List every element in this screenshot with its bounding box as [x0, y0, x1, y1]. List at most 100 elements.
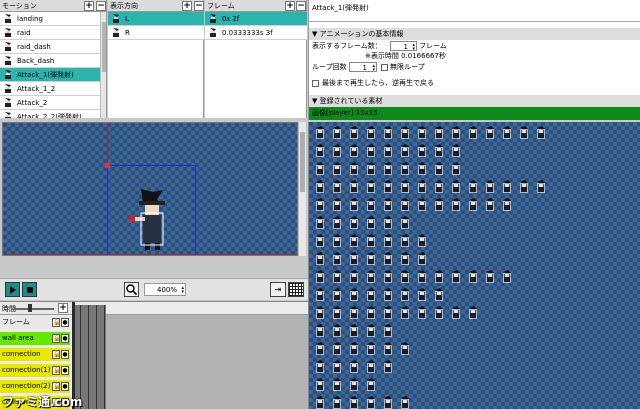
- eye-icon[interactable]: ●: [61, 366, 69, 375]
- sprite-cell[interactable]: [502, 270, 512, 283]
- basic-info-section-header[interactable]: ▼ アニメーションの基本情報: [309, 28, 640, 40]
- sprite-cell[interactable]: [434, 306, 444, 319]
- add-direction-button[interactable]: +: [182, 1, 192, 11]
- sprite-cell[interactable]: [332, 180, 342, 193]
- sprite-cell[interactable]: [366, 270, 376, 283]
- sprite-cell[interactable]: [366, 378, 376, 391]
- remove-motion-button[interactable]: −: [96, 1, 106, 11]
- sprite-cell[interactable]: [315, 270, 325, 283]
- sprite-cell[interactable]: [383, 162, 393, 175]
- timeline-track[interactable]: [72, 302, 308, 409]
- sprite-cell[interactable]: [400, 216, 410, 229]
- lock-icon[interactable]: 🔒: [52, 382, 60, 391]
- animation-title-field[interactable]: Attack_1(弾発射): [309, 0, 640, 22]
- sprite-sheet-canvas[interactable]: [308, 122, 640, 409]
- sprite-cell[interactable]: [349, 378, 359, 391]
- sprite-cell[interactable]: [315, 144, 325, 157]
- eye-icon[interactable]: ●: [61, 318, 69, 327]
- layer-item[interactable]: connection 🔒 ●: [0, 348, 70, 361]
- sprite-cell[interactable]: [315, 378, 325, 391]
- sprite-cell[interactable]: [315, 180, 325, 193]
- sprite-cell[interactable]: [451, 198, 461, 211]
- sprite-cell[interactable]: [366, 360, 376, 373]
- stop-button[interactable]: [22, 282, 37, 297]
- sprite-cell[interactable]: [366, 234, 376, 247]
- grid-toggle-button[interactable]: [288, 282, 304, 297]
- sprite-cell[interactable]: [366, 162, 376, 175]
- frame-item[interactable]: 0.0333333s 3f: [205, 26, 307, 40]
- sprite-cell[interactable]: [332, 198, 342, 211]
- sprite-cell[interactable]: [536, 126, 546, 139]
- origin-marker[interactable]: [105, 163, 110, 168]
- sprite-cell[interactable]: [349, 126, 359, 139]
- sprite-cell[interactable]: [315, 198, 325, 211]
- direction-item[interactable]: L: [108, 12, 204, 26]
- sprite-cell[interactable]: [332, 342, 342, 355]
- motion-item[interactable]: Attack_1_2: [0, 82, 101, 96]
- sprite-cell[interactable]: [468, 270, 478, 283]
- sprite-cell[interactable]: [417, 252, 427, 265]
- layer-item[interactable]: connection(1) 🔒 ●: [0, 364, 70, 377]
- preview-scrollbar[interactable]: [298, 122, 306, 256]
- sprite-cell[interactable]: [349, 306, 359, 319]
- sprite-cell[interactable]: [315, 216, 325, 229]
- frame-item[interactable]: 0s 2f: [205, 12, 307, 26]
- frame-count-spinner[interactable]: 1 ▴ ▾: [390, 41, 417, 52]
- material-section-header[interactable]: ▼ 登録されている素材: [309, 95, 640, 107]
- motion-item[interactable]: Attack_2: [0, 96, 101, 110]
- sprite-cell[interactable]: [383, 306, 393, 319]
- layer-item[interactable]: connection(2) 🔒 ●: [0, 380, 70, 393]
- sprite-cell[interactable]: [332, 270, 342, 283]
- sprite-cell[interactable]: [349, 270, 359, 283]
- sprite-cell[interactable]: [417, 126, 427, 139]
- sprite-cell[interactable]: [417, 180, 427, 193]
- sprite-cell[interactable]: [332, 306, 342, 319]
- material-bar[interactable]: 画像[player] 15x15: [309, 107, 640, 120]
- sprite-cell[interactable]: [434, 270, 444, 283]
- motion-item[interactable]: Back_dash: [0, 54, 101, 68]
- sprite-cell[interactable]: [400, 288, 410, 301]
- sprite-cell[interactable]: [434, 198, 444, 211]
- lock-icon[interactable]: 🔒: [52, 318, 60, 327]
- sprite-cell[interactable]: [366, 252, 376, 265]
- sprite-cell[interactable]: [332, 234, 342, 247]
- sprite-cell[interactable]: [451, 126, 461, 139]
- sprite-cell[interactable]: [502, 180, 512, 193]
- eye-icon[interactable]: ●: [61, 382, 69, 391]
- sprite-cell[interactable]: [315, 252, 325, 265]
- remove-direction-button[interactable]: −: [194, 1, 204, 11]
- sprite-cell[interactable]: [519, 180, 529, 193]
- sprite-cell[interactable]: [349, 162, 359, 175]
- sprite-cell[interactable]: [434, 162, 444, 175]
- reverse-checkbox[interactable]: [312, 80, 319, 87]
- sprite-cell[interactable]: [315, 162, 325, 175]
- sprite-cell[interactable]: [417, 162, 427, 175]
- sprite-cell[interactable]: [332, 216, 342, 229]
- play-button[interactable]: [5, 282, 20, 297]
- sprite-cell[interactable]: [400, 180, 410, 193]
- sprite-cell[interactable]: [366, 396, 376, 409]
- sprite-cell[interactable]: [383, 126, 393, 139]
- motion-item[interactable]: Attack_1(弾発射): [0, 68, 101, 82]
- sprite-cell[interactable]: [315, 126, 325, 139]
- sprite-cell[interactable]: [332, 288, 342, 301]
- sprite-cell[interactable]: [366, 180, 376, 193]
- sprite-cell[interactable]: [315, 288, 325, 301]
- sprite-cell[interactable]: [315, 360, 325, 373]
- sprite-cell[interactable]: [400, 342, 410, 355]
- zoom-search-button[interactable]: [124, 282, 139, 297]
- sprite-cell[interactable]: [349, 216, 359, 229]
- sprite-cell[interactable]: [468, 180, 478, 193]
- sprite-cell[interactable]: [383, 252, 393, 265]
- eye-icon[interactable]: ●: [61, 350, 69, 359]
- sprite-cell[interactable]: [536, 180, 546, 193]
- sprite-cell[interactable]: [366, 198, 376, 211]
- sprite-cell[interactable]: [366, 342, 376, 355]
- sprite-cell[interactable]: [417, 306, 427, 319]
- motion-item[interactable]: Attack_2_2(弾発射): [0, 110, 101, 118]
- sprite-cell[interactable]: [383, 270, 393, 283]
- spinner-arrow-icon[interactable]: ▴ ▾: [181, 286, 184, 295]
- sprite-cell[interactable]: [383, 180, 393, 193]
- sprite-cell[interactable]: [502, 126, 512, 139]
- sprite-cell[interactable]: [434, 288, 444, 301]
